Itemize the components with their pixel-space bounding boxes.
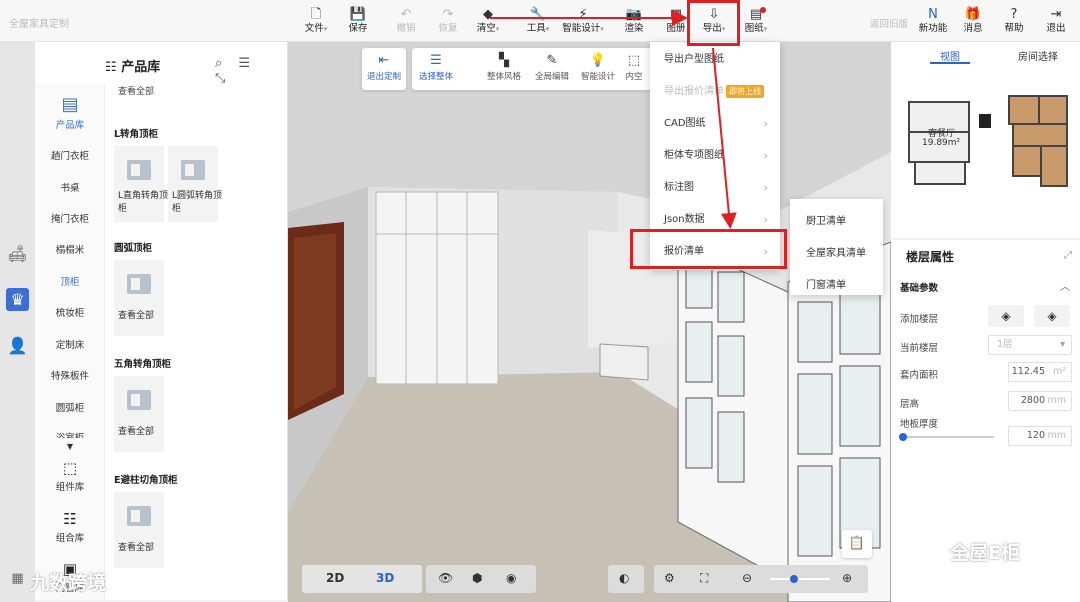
chevron-up-icon[interactable]: ︿ [1060,278,1070,293]
cube-icon[interactable]: ⬢ [472,571,482,585]
current-floor-label: 当前楼层 [900,343,939,354]
room-area: 19.89m² [922,138,961,148]
layers-up-icon: ◈ [1001,309,1011,323]
eye-icon[interactable]: 👁 [438,571,453,585]
zoom-in-icon[interactable]: ⊕ [842,571,852,585]
fit-view-icon[interactable]: ⛶ [700,571,708,586]
floor-thickness-field[interactable]: 120 mm [1008,426,1072,446]
zoom-slider[interactable] [770,575,830,583]
mode-2d-button[interactable]: 2D [326,571,344,585]
floor-height-field[interactable]: 2800 mm [1008,391,1072,411]
floor-height-label: 层高 [900,399,920,410]
floor-thickness-unit: mm [1047,430,1066,441]
clipboard-icon[interactable]: 📋 [842,530,872,558]
inner-area-label: 套内面积 [900,370,939,381]
chevron-down-icon: ▾ [1060,339,1065,350]
inner-area-value: 112.45 [1011,366,1045,377]
toggle-icon[interactable]: ◐ [619,571,629,585]
view-mode-toggle: 2D 3D [302,565,422,593]
view-tools: 👁 ⬢ ◉ [426,565,536,593]
watermark-right: 全屋E柜 [950,542,1020,564]
zoom-slider-handle[interactable] [790,575,798,583]
tab-room-select[interactable]: 房间选择 [1018,48,1058,63]
floor-properties-title: 楼层属性 [906,250,955,264]
inner-area-unit: m² [1052,366,1066,377]
mode-3d-button[interactable]: 3D [376,571,394,585]
slider-handle[interactable] [899,433,907,441]
basic-params-heading: 基础参数 [900,283,939,294]
floor-height-value: 2800 [1020,395,1045,406]
expand-icon[interactable]: ⤢ [1064,250,1072,261]
compass-icon[interactable]: ◉ [506,571,516,585]
tab-view[interactable]: 视图 [940,48,960,63]
floor-thickness-value: 120 [1026,430,1045,441]
zoom-tools: ⚙ ⛶ ⊖ ⊕ [654,565,868,593]
add-floor-below-button[interactable]: ◈ [1034,305,1070,327]
view-panel: 视图 房间选择 客餐厅 19.89m² [891,42,1080,238]
current-floor-value: 1层 [997,339,1013,350]
camera-settings-icon[interactable]: ⚙ [664,571,675,585]
floor-thickness-slider[interactable] [899,433,994,441]
watermark-left: 九数跨境 [30,572,107,594]
toggle-tools: ◐ [608,565,644,593]
floor-thickness-label: 地板厚度 [900,419,939,430]
floor-plan-thumbnail[interactable] [901,88,1071,234]
inner-area-field[interactable]: 112.45 m² [1008,362,1072,382]
zoom-out-icon[interactable]: ⊖ [742,571,752,585]
active-tab-indicator [930,62,970,64]
floor-height-unit: mm [1047,395,1066,406]
layers-down-icon: ◈ [1047,309,1057,323]
add-floor-label: 添加楼层 [900,314,939,325]
add-floor-above-button[interactable]: ◈ [988,305,1024,327]
current-floor-select[interactable]: 1层 ▾ [988,335,1072,355]
